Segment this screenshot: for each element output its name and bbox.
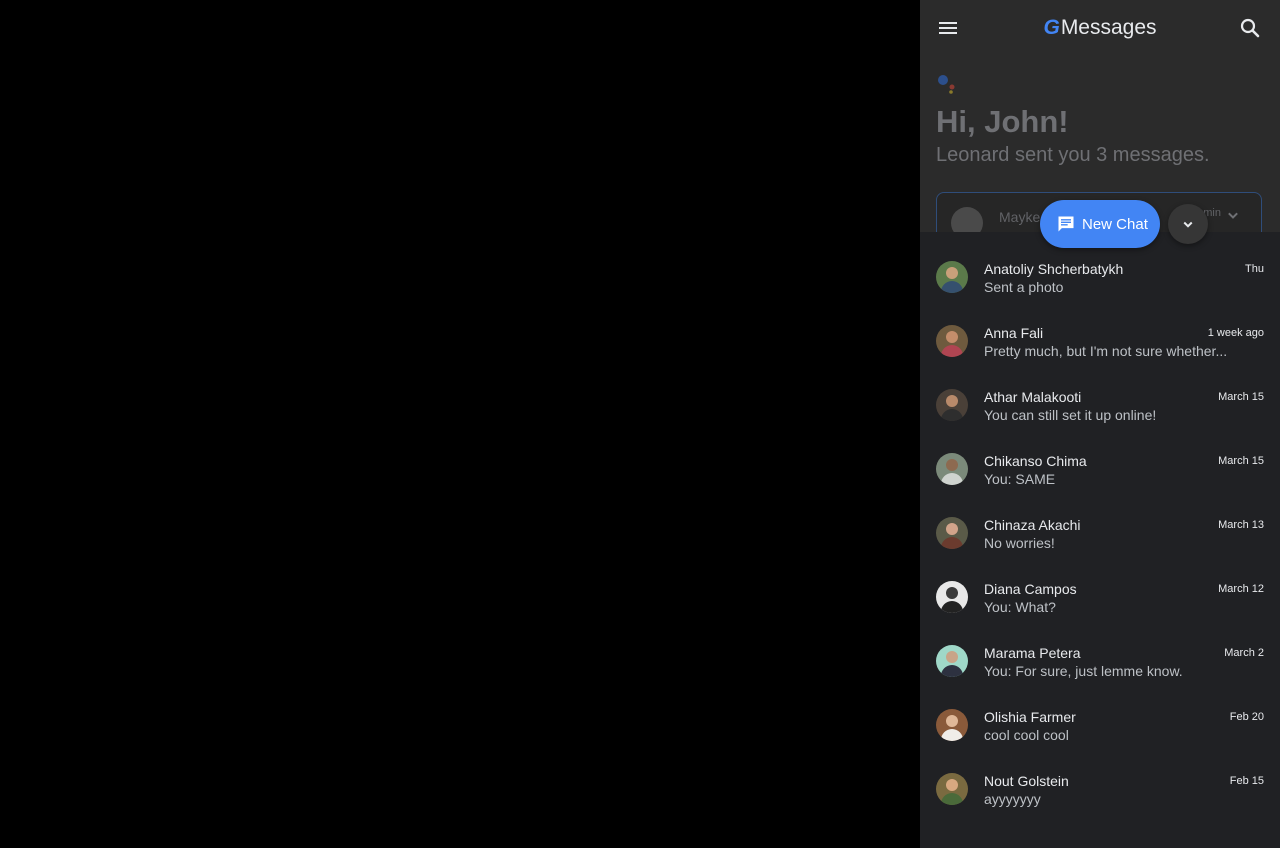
conversation-row[interactable]: Nout Golstein ayyyyyyy Feb 15: [920, 758, 1280, 822]
greeting-subtitle: Leonard sent you 3 messages.: [936, 144, 1210, 166]
conversation-name: Chikanso Chima: [984, 453, 1087, 469]
conversation-row[interactable]: Athar Malakooti You can still set it up …: [920, 374, 1280, 438]
conversation-name: Diana Campos: [984, 581, 1077, 597]
summary-card-name: Mayke: [999, 209, 1041, 225]
conversation-row[interactable]: Chinaza Akachi No worries! March 13: [920, 502, 1280, 566]
conversation-name: Nout Golstein: [984, 773, 1069, 789]
avatar: [936, 645, 968, 677]
avatar: [936, 517, 968, 549]
conversation-row[interactable]: Anatoliy Shcherbatykh Sent a photo Thu: [920, 246, 1280, 310]
conversation-time: Feb 15: [1229, 775, 1264, 787]
conversation-name: Marama Petera: [984, 645, 1081, 661]
avatar: [936, 581, 968, 613]
new-chat-label: New Chat: [1082, 215, 1148, 233]
conversation-list: Anatoliy Shcherbatykh Sent a photo Thu A…: [920, 232, 1280, 848]
logo-letter: G: [1043, 16, 1060, 39]
conversation-preview: Pretty much, but I'm not sure whether...: [984, 343, 1228, 359]
conversation-name: Athar Malakooti: [984, 389, 1082, 405]
conversation-preview: You: SAME: [984, 471, 1056, 487]
new-chat-button[interactable]: New Chat: [1040, 200, 1160, 248]
messages-panel: GMessages Hi, John! Leonard sent you 3 m…: [920, 0, 1280, 848]
avatar: [936, 453, 968, 485]
chevron-down-icon: [1183, 221, 1193, 228]
conversation-name: Chinaza Akachi: [984, 517, 1081, 533]
conversation-time: March 12: [1218, 583, 1264, 595]
conversation-row[interactable]: Anna Fali Pretty much, but I'm not sure …: [920, 310, 1280, 374]
chevron-down-icon[interactable]: [1223, 205, 1243, 225]
conversation-preview: cool cool cool: [984, 727, 1069, 743]
conversation-time: March 2: [1224, 647, 1264, 659]
app-title: Messages: [1060, 16, 1157, 39]
conversation-name: Olishia Farmer: [984, 709, 1076, 725]
app-logo: GMessages: [920, 16, 1280, 40]
conversation-preview: You: What?: [984, 599, 1056, 615]
avatar: [936, 389, 968, 421]
conversation-row[interactable]: Marama Petera You: For sure, just lemme …: [920, 630, 1280, 694]
conversation-row[interactable]: Diana Campos You: What? March 12: [920, 566, 1280, 630]
greeting-title: Hi, John!: [936, 104, 1069, 139]
conversation-time: Thu: [1245, 263, 1264, 275]
avatar: [936, 261, 968, 293]
conversation-preview: You: For sure, just lemme know.: [984, 663, 1183, 679]
conversation-time: March 13: [1218, 519, 1264, 531]
top-app-bar: GMessages: [920, 0, 1280, 56]
empty-conversation-area: [0, 0, 920, 848]
conversation-time: March 15: [1218, 455, 1264, 467]
search-icon: [1240, 18, 1260, 38]
conversation-preview: Sent a photo: [984, 279, 1064, 295]
conversation-preview: ayyyyyyy: [984, 791, 1041, 807]
assistant-icon: [938, 75, 955, 94]
conversation-preview: No worries!: [984, 535, 1055, 551]
collapse-button[interactable]: [1168, 204, 1208, 244]
avatar: [936, 325, 968, 357]
message-icon: [1058, 216, 1074, 232]
avatar: [936, 709, 968, 741]
avatar: [936, 773, 968, 805]
conversation-row[interactable]: Chikanso Chima You: SAME March 15: [920, 438, 1280, 502]
conversation-name: Anna Fali: [984, 325, 1044, 341]
conversation-time: Feb 20: [1229, 711, 1264, 723]
conversation-name: Anatoliy Shcherbatykh: [984, 261, 1124, 277]
conversation-time: 1 week ago: [1207, 327, 1264, 339]
search-button[interactable]: [1234, 12, 1266, 44]
conversation-row[interactable]: Olishia Farmer cool cool cool Feb 20: [920, 694, 1280, 758]
conversation-time: March 15: [1218, 391, 1264, 403]
conversation-preview: You can still set it up online!: [984, 407, 1157, 423]
